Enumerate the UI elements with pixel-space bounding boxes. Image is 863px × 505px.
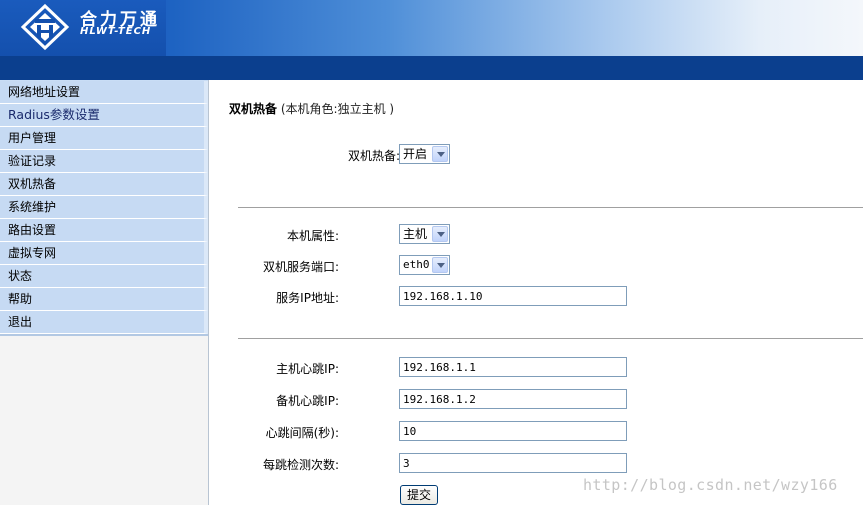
local-attr-value: 主机 [403, 227, 428, 241]
service-port-label: 双机服务端口: [262, 260, 339, 274]
sidebar-item-logout[interactable]: 退出 [0, 311, 208, 334]
top-nav-bar [0, 56, 863, 80]
hlwt-logo-icon [20, 3, 70, 51]
heartbeat-checks-label: 每跳检测次数: [262, 458, 339, 472]
chevron-down-icon[interactable] [432, 257, 448, 273]
service-port-value: eth0 [403, 258, 430, 271]
local-attr-select[interactable]: 主机 [399, 224, 450, 244]
heartbeat-interval-label: 心跳间隔(秒): [265, 426, 339, 440]
app-header: 合力万通 HLWT-TECH [0, 0, 863, 56]
menu-bottom-edge [0, 334, 208, 336]
sidebar-item-radius[interactable]: Radius参数设置 [0, 104, 208, 127]
master-heartbeat-ip-label: 主机心跳IP: [276, 362, 339, 376]
hot-standby-select[interactable]: 开启 [399, 144, 450, 164]
hot-standby-value: 开启 [403, 147, 428, 161]
main-content: 双机热备 (本机角色:独立主机 ) 双机热备: 开启 本机属性: 主机 双机服务… [210, 80, 863, 505]
local-attr-label: 本机属性: [286, 229, 339, 243]
brand-name-en: HLWT-TECH [80, 26, 152, 37]
backup-heartbeat-ip-label: 备机心跳IP: [276, 394, 339, 408]
watermark-text: http://blog.csdn.net/wzy166 [583, 476, 838, 494]
page-title-text: 双机热备 [229, 102, 278, 116]
service-port-select[interactable]: eth0 [399, 255, 450, 275]
sidebar-item-auth-log[interactable]: 验证记录 [0, 150, 208, 173]
sidebar-item-system-maintenance[interactable]: 系统维护 [0, 196, 208, 219]
chevron-down-icon[interactable] [432, 226, 448, 242]
hot-standby-label: 双机热备: [347, 149, 400, 163]
submit-button[interactable]: 提交 [400, 485, 438, 505]
sidebar-item-user-management[interactable]: 用户管理 [0, 127, 208, 150]
role-text: (本机角色:独立主机 ) [280, 102, 395, 116]
logo-block: 合力万通 HLWT-TECH [0, 0, 166, 56]
chevron-down-icon[interactable] [432, 146, 448, 162]
sidebar-item-hot-standby[interactable]: 双机热备 [0, 173, 208, 196]
master-heartbeat-ip-input[interactable] [399, 357, 627, 377]
service-ip-input[interactable] [399, 286, 627, 306]
service-ip-label: 服务IP地址: [276, 291, 339, 305]
section-divider-1 [238, 207, 863, 208]
sidebar-item-network-address[interactable]: 网络地址设置 [0, 81, 208, 104]
heartbeat-interval-input[interactable] [399, 421, 627, 441]
backup-heartbeat-ip-input[interactable] [399, 389, 627, 409]
page-title: 双机热备 (本机角色:独立主机 ) [229, 100, 394, 117]
section-divider-2 [238, 338, 863, 339]
heartbeat-checks-input[interactable] [399, 453, 627, 473]
